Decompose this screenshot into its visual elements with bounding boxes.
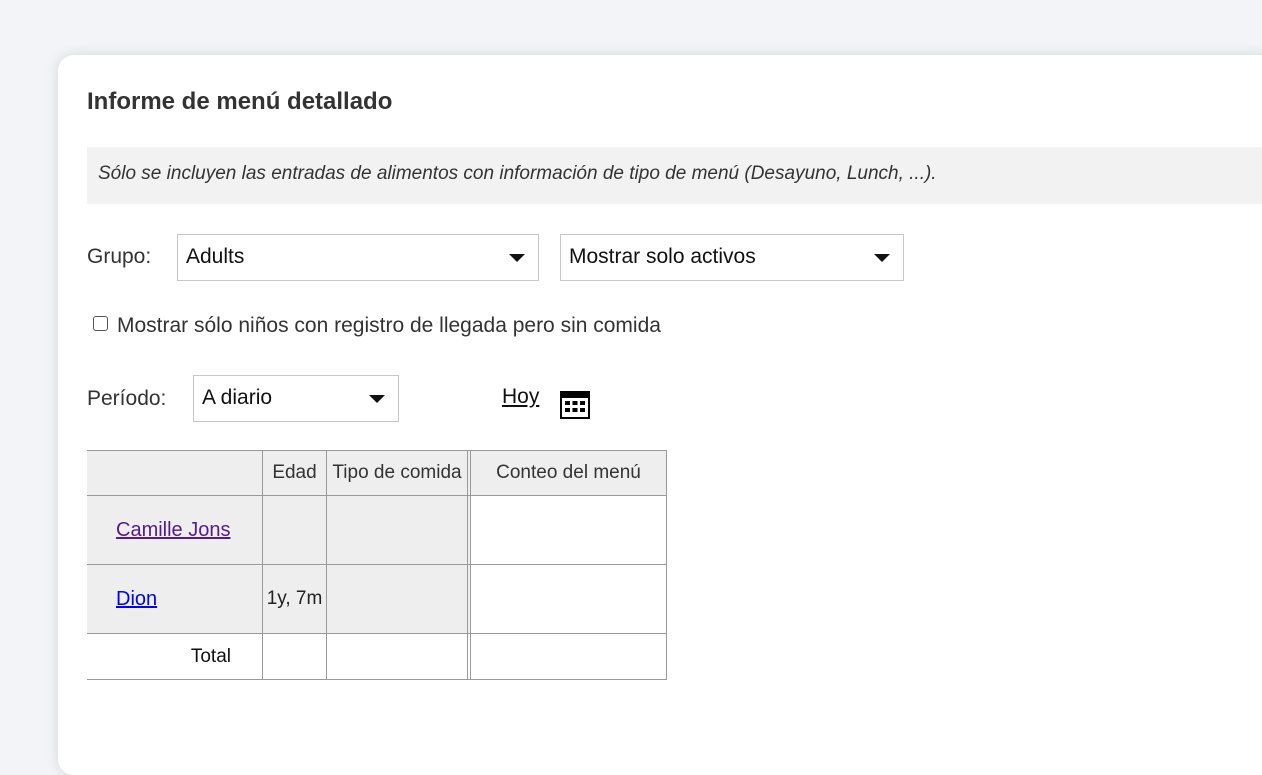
status-select-value: Mostrar solo activos xyxy=(569,245,756,268)
status-select[interactable]: Mostrar solo activos xyxy=(560,234,904,281)
today-link[interactable]: Hoy xyxy=(502,385,539,409)
age-cell xyxy=(262,495,327,565)
header-meal-type: Tipo de comida xyxy=(326,450,468,496)
period-select-value: A diario xyxy=(202,386,273,409)
child-name-link[interactable]: Dion xyxy=(87,588,262,611)
arrived-no-meal-checkbox[interactable] xyxy=(93,316,108,331)
total-label: Total xyxy=(87,633,263,680)
group-select[interactable]: Adults xyxy=(177,234,539,281)
total-age-cell xyxy=(262,633,327,680)
child-name-cell: Dion xyxy=(87,564,263,634)
menu-count-cell xyxy=(470,564,667,634)
total-meal-type-cell xyxy=(326,633,468,680)
chevron-down-icon xyxy=(369,395,385,403)
info-notice: Sólo se incluyen las entradas de aliment… xyxy=(87,147,1262,204)
calendar-icon[interactable] xyxy=(559,390,591,420)
meal-type-cell xyxy=(326,495,468,565)
table-row: Dion 1y, 7m xyxy=(87,564,667,634)
group-select-value: Adults xyxy=(186,245,245,268)
total-menu-count-cell xyxy=(470,633,667,680)
arrived-no-meal-label[interactable]: Mostrar sólo niños con registro de llega… xyxy=(117,314,661,338)
period-select[interactable]: A diario xyxy=(193,375,399,422)
period-label: Período: xyxy=(87,387,167,410)
chevron-down-icon xyxy=(509,254,525,262)
child-name-link[interactable]: Camille Jons xyxy=(87,519,262,542)
age-cell: 1y, 7m xyxy=(262,564,327,634)
header-age: Edad xyxy=(262,450,327,496)
table-header-row: Edad Tipo de comida Conteo del menú xyxy=(87,450,667,496)
child-name-cell: Camille Jons xyxy=(87,495,263,565)
total-row: Total xyxy=(87,633,667,680)
menu-report-table: Edad Tipo de comida Conteo del menú Cami… xyxy=(87,450,667,680)
chevron-down-icon xyxy=(874,254,890,262)
header-menu-count: Conteo del menú xyxy=(470,450,667,496)
menu-count-cell xyxy=(470,495,667,565)
page-title: Informe de menú detallado xyxy=(87,88,393,115)
group-label: Grupo: xyxy=(87,245,152,268)
table-row: Camille Jons xyxy=(87,495,667,565)
meal-type-cell xyxy=(326,564,468,634)
header-name xyxy=(87,450,263,496)
